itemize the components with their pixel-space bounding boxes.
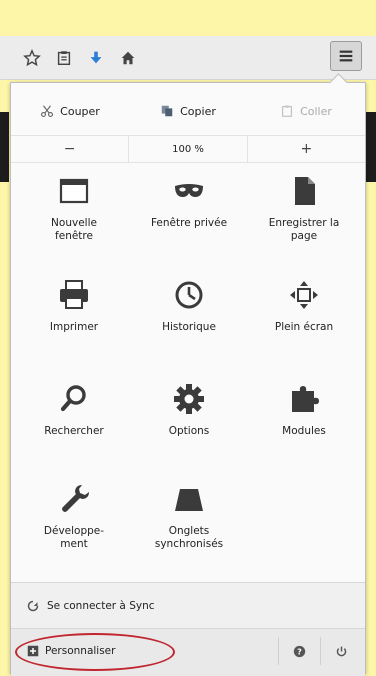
private-window-label: Fenêtre privée — [150, 217, 228, 229]
edit-controls: Couper Copier Coller — [11, 89, 365, 133]
new-window-icon — [54, 171, 94, 211]
fullscreen-label: Plein écran — [274, 321, 334, 333]
scissors-icon — [41, 105, 54, 117]
cut-label: Couper — [60, 104, 100, 118]
paste-label: Coller — [300, 104, 332, 118]
svg-text:?: ? — [297, 646, 302, 656]
developer-button[interactable]: Développe- ment — [19, 479, 129, 551]
addons-label: Modules — [282, 425, 326, 437]
page-content-edge — [366, 112, 376, 182]
search-icon — [54, 379, 94, 419]
options-label: Options — [168, 425, 210, 437]
copy-button[interactable]: Copier — [129, 89, 247, 133]
download-arrow-icon — [90, 51, 102, 64]
home-button[interactable] — [116, 46, 140, 70]
title-bar — [0, 0, 376, 36]
open-menu-button[interactable] — [330, 41, 362, 71]
home-icon — [121, 51, 135, 65]
highlight-circle — [15, 633, 175, 671]
zoom-controls: − 100 % + — [11, 135, 365, 163]
power-icon — [336, 646, 346, 656]
fullscreen-button[interactable]: Plein écran — [249, 275, 359, 334]
customize-button[interactable]: Personnaliser — [15, 633, 175, 671]
bookmarks-list-button[interactable] — [52, 46, 76, 70]
fullscreen-icon — [284, 275, 324, 315]
private-window-icon — [169, 171, 209, 211]
help-button[interactable]: ? — [278, 637, 319, 665]
save-page-icon — [284, 171, 324, 211]
quit-button[interactable] — [320, 637, 361, 665]
zoom-reset-button[interactable]: 100 % — [128, 136, 248, 162]
zoom-out-button[interactable]: − — [11, 136, 128, 162]
clipboard-icon — [57, 51, 71, 66]
paste-button[interactable]: Coller — [247, 89, 365, 133]
copy-label: Copier — [180, 104, 216, 118]
menu-footer: Personnaliser ? — [11, 628, 365, 676]
private-window-button[interactable]: Fenêtre privée — [134, 171, 244, 230]
cut-button[interactable]: Couper — [11, 89, 129, 133]
copy-icon — [161, 105, 173, 117]
page-content-edge — [0, 112, 9, 182]
history-icon — [169, 275, 209, 315]
synced-tabs-button[interactable]: Onglets synchronisés — [134, 479, 244, 551]
downloads-button[interactable] — [84, 46, 108, 70]
paste-icon — [282, 105, 292, 117]
new-window-button[interactable]: Nouvelle fenêtre — [19, 171, 129, 243]
sync-signin-button[interactable]: Se connecter à Sync — [11, 582, 365, 628]
sync-label: Se connecter à Sync — [47, 599, 155, 612]
history-label: Historique — [162, 321, 216, 333]
bookmark-star-button[interactable] — [20, 46, 44, 70]
developer-label: Développe- ment — [43, 525, 105, 550]
print-button[interactable]: Imprimer — [19, 275, 129, 334]
print-label: Imprimer — [49, 321, 99, 333]
gear-icon — [169, 379, 209, 419]
find-button[interactable]: Rechercher — [19, 379, 129, 438]
addons-button[interactable]: Modules — [249, 379, 359, 438]
puzzle-icon — [284, 379, 324, 419]
options-button[interactable]: Options — [134, 379, 244, 438]
print-icon — [54, 275, 94, 315]
synced-tabs-label: Onglets synchronisés — [154, 525, 224, 550]
main-menu-panel: Couper Copier Coller − 100 % + Nouvelle … — [10, 73, 366, 676]
save-page-button[interactable]: Enregistrer la page — [249, 171, 359, 243]
help-icon: ? — [293, 645, 305, 657]
synced-tabs-icon — [169, 479, 209, 519]
star-icon — [23, 49, 41, 67]
sync-icon — [27, 600, 39, 611]
history-button[interactable]: Historique — [134, 275, 244, 334]
hamburger-icon — [339, 50, 353, 62]
wrench-icon — [54, 479, 94, 519]
save-page-label: Enregistrer la page — [268, 217, 340, 242]
new-window-label: Nouvelle fenêtre — [51, 217, 97, 242]
toolbar — [0, 36, 376, 80]
zoom-in-button[interactable]: + — [248, 136, 365, 162]
find-label: Rechercher — [44, 425, 104, 437]
